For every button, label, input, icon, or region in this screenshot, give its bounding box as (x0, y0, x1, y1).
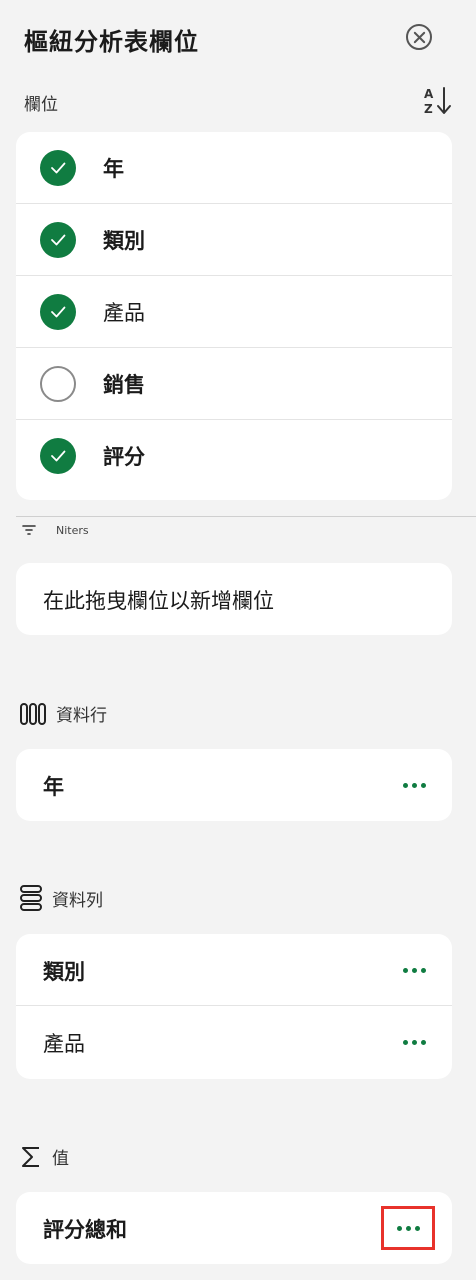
field-item-category[interactable]: 類別 (16, 204, 452, 276)
list-item[interactable]: 產品 (16, 1006, 452, 1078)
filters-header: Niters (22, 520, 89, 540)
field-list: 年 類別 產品 銷售 評分 (16, 132, 452, 500)
filters-label: Niters (56, 523, 89, 537)
field-label: 評分 (103, 445, 145, 469)
rows-header: 資料列 (20, 885, 103, 911)
rows-list: 類別 產品 (16, 934, 452, 1079)
checkbox-unchecked-icon[interactable] (40, 365, 76, 402)
field-name: 評分總和 (43, 1218, 127, 1242)
values-label: 值 (52, 1149, 69, 1169)
rows-label: 資料列 (52, 890, 103, 911)
sigma-icon (22, 1146, 39, 1167)
list-item[interactable]: 評分總和 (16, 1192, 452, 1264)
field-item-year[interactable]: 年 (16, 132, 452, 204)
close-icon[interactable] (406, 24, 432, 50)
columns-list: 年 (16, 749, 452, 821)
more-options-icon[interactable] (391, 1026, 437, 1058)
field-label: 類別 (103, 228, 145, 253)
panel-header: 樞紐分析表欄位 (0, 0, 476, 80)
field-item-product[interactable]: 產品 (16, 276, 452, 348)
rows-icon (20, 885, 42, 911)
field-item-rating[interactable]: 評分 (16, 420, 452, 492)
more-options-icon[interactable] (381, 1206, 435, 1250)
checkbox-checked-icon[interactable] (40, 293, 76, 330)
list-item[interactable]: 年 (16, 749, 452, 821)
columns-header: 資料行 (20, 701, 107, 726)
sort-az-icon[interactable]: A Z (420, 84, 454, 118)
checkbox-checked-icon[interactable] (40, 149, 76, 186)
columns-label: 資料行 (56, 706, 107, 726)
list-item[interactable]: 類別 (16, 934, 452, 1006)
filters-drop-zone[interactable]: 在此拖曳欄位以新增欄位 (16, 563, 452, 635)
panel-title: 樞紐分析表欄位 (24, 28, 199, 56)
section-divider (16, 516, 476, 517)
field-label: 年 (103, 156, 124, 181)
fields-section-label: 欄位 (24, 95, 58, 115)
values-header: 值 (20, 1144, 69, 1169)
more-options-icon[interactable] (391, 954, 437, 986)
columns-icon (20, 702, 46, 725)
field-label: 銷售 (103, 372, 145, 397)
filter-icon (22, 525, 36, 535)
field-name: 產品 (43, 1032, 85, 1056)
svg-text:Z: Z (424, 102, 433, 116)
more-options-icon[interactable] (391, 769, 437, 801)
values-list: 評分總和 (16, 1192, 452, 1264)
checkbox-checked-icon[interactable] (40, 221, 76, 258)
field-label: 產品 (103, 300, 145, 325)
svg-text:A: A (424, 87, 434, 101)
checkbox-checked-icon[interactable] (40, 438, 76, 474)
field-name: 類別 (43, 960, 85, 984)
field-item-sales[interactable]: 銷售 (16, 348, 452, 420)
field-name: 年 (43, 775, 64, 799)
drop-placeholder: 在此拖曳欄位以新增欄位 (43, 589, 274, 613)
